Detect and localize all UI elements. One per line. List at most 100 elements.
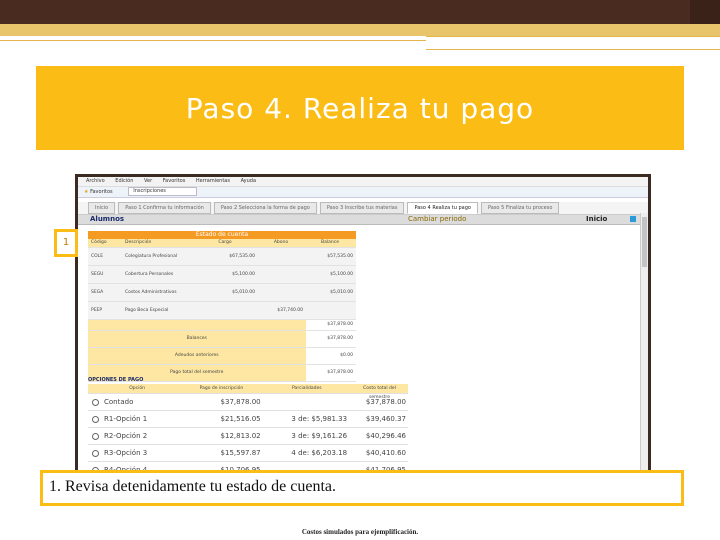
cell-cargo xyxy=(195,302,259,319)
step-marker: 1 xyxy=(54,229,78,257)
total-label: Adeudos anteriores xyxy=(88,348,306,364)
table-row: SEGA Costos Administrativos $5,010.00 $5… xyxy=(88,284,356,302)
menu-ayuda[interactable]: Ayuda xyxy=(241,178,256,184)
estado-cuenta-title: Estado de cuenta xyxy=(88,231,356,239)
col-descripcion: Descripción xyxy=(125,240,152,245)
step-1[interactable]: Paso 1 Confirma tu información xyxy=(118,202,211,214)
cell-descripcion: Cobertura Personales xyxy=(125,272,174,277)
payment-option-row[interactable]: Contado $37,878.00 $37,878.00 xyxy=(88,394,408,411)
scroll-thumb[interactable] xyxy=(642,217,647,267)
cell-costo: $37,878.00 xyxy=(365,398,406,406)
cell-costo: $40,296.46 xyxy=(365,432,406,440)
cell-abono xyxy=(259,248,307,265)
option-cell: R1-Opción 1 xyxy=(88,411,182,427)
menu-herramientas[interactable]: Herramientas xyxy=(196,178,230,184)
step-marker-number: 1 xyxy=(57,232,75,254)
accent-line-right xyxy=(426,36,720,50)
cell-pago: $12,813.02 xyxy=(220,432,261,440)
table-row: PEEP Pago Beca Especial $37,740.00 xyxy=(88,302,356,320)
total-label: Balances xyxy=(88,331,306,347)
menu-ver[interactable]: Ver xyxy=(144,178,152,184)
step-4[interactable]: Paso 4 Realiza tu pago xyxy=(407,202,478,214)
total-row: Balances $37,878.00 xyxy=(88,331,356,348)
browser-menubar: Archivo Edición Ver Favoritos Herramient… xyxy=(78,177,648,187)
payment-option-row[interactable]: R3-Opción 3 $15,597.87 4 de: $6,203.18 $… xyxy=(88,445,408,462)
inicio-link[interactable]: Inicio xyxy=(586,215,607,224)
radio-button[interactable] xyxy=(92,449,99,457)
top-band-accent xyxy=(690,0,720,24)
step-5[interactable]: Paso 5 Finaliza tu proceso xyxy=(480,202,560,214)
col-abono: Abono xyxy=(273,240,289,245)
cell-costo: $39,460.37 xyxy=(365,415,406,423)
col-pago-inscripcion: Pago de inscripción xyxy=(199,386,244,391)
opciones-pago-table: Opción Pago de inscripción Parcialidades… xyxy=(88,384,408,473)
accent-strip xyxy=(0,24,720,36)
col-parcialidades: Parcialidades xyxy=(292,386,322,391)
cell-codigo: SEGA xyxy=(91,290,104,295)
browser-screenshot: Archivo Edición Ver Favoritos Herramient… xyxy=(75,174,651,473)
caption-box: 1. Revisa detenidamente tu estado de cue… xyxy=(40,470,684,506)
option-cell: Contado xyxy=(88,394,182,410)
total-row: Adeudos anteriores $0.00 xyxy=(88,348,356,365)
estado-cuenta-table: Código Descripción Cargo Abono Balance C… xyxy=(88,239,356,382)
steps-nav: Inicio Paso 1 Confirma tu información Pa… xyxy=(78,202,648,215)
opciones-pago-title: OPCIONES DE PAGO xyxy=(88,377,144,383)
total-value: $37,878.00 xyxy=(327,370,353,375)
cell-cargo: $5,100.00 xyxy=(232,272,255,277)
cell-abono xyxy=(259,266,307,283)
home-icon[interactable] xyxy=(630,216,636,222)
cambiar-periodo-link[interactable]: Cambiar periodo xyxy=(408,215,466,224)
cell-pago: $21,516.05 xyxy=(220,415,261,423)
payment-option-row[interactable]: R1-Opción 1 $21,516.05 3 de: $5,981.33 $… xyxy=(88,411,408,428)
slide-title: Paso 4. Realiza tu pago xyxy=(185,91,535,125)
cell-descripcion: Costos Administrativos xyxy=(125,290,177,295)
cell-descripcion: Colegiatura Profesional xyxy=(125,254,178,259)
option-label: R2-Opción 2 xyxy=(104,432,148,440)
col-opcion: Opción xyxy=(129,386,145,391)
col-cargo: Cargo xyxy=(218,240,232,245)
cell-cargo: $5,010.00 xyxy=(232,290,255,295)
cell-abono xyxy=(259,284,307,301)
col-codigo: Código xyxy=(91,240,107,245)
table-header: Código Descripción Cargo Abono Balance xyxy=(88,239,356,248)
cell-costo: $40,410.60 xyxy=(365,449,406,457)
payment-option-row[interactable]: R2-Opción 2 $12,813.02 3 de: $9,161.26 $… xyxy=(88,428,408,445)
step-3[interactable]: Paso 3 Inscribe tus materias xyxy=(319,202,405,214)
cell-balance: $57,535.00 xyxy=(327,254,353,259)
table-header: Opción Pago de inscripción Parcialidades… xyxy=(88,384,408,400)
cell-balance xyxy=(307,302,356,319)
cell-codigo: PEEP xyxy=(91,308,103,313)
cell-parcialidades: 4 de: $6,203.18 xyxy=(291,449,348,457)
favorites-button[interactable]: Favoritos xyxy=(90,189,113,195)
scrollbar[interactable] xyxy=(640,213,648,473)
table-row: $37,878.00 xyxy=(88,320,356,331)
col-balance: Balance xyxy=(321,240,339,245)
option-label: Contado xyxy=(104,398,134,406)
menu-archivo[interactable]: Archivo xyxy=(86,178,105,184)
browser-tab-label: Inscripciones xyxy=(133,188,166,194)
footnote: Costos simulados para ejemplificación. xyxy=(301,528,419,536)
radio-button[interactable] xyxy=(92,432,99,440)
total-value: $37,878.00 xyxy=(327,336,353,341)
cell-parcialidades xyxy=(267,394,353,410)
cell-descripcion: Pago Beca Especial xyxy=(125,308,169,313)
menu-edicion[interactable]: Edición xyxy=(115,178,133,184)
option-label: R3-Opción 3 xyxy=(104,449,148,457)
browser-tab[interactable]: Inscripciones xyxy=(128,187,197,196)
cell-balance: $5,100.00 xyxy=(330,272,353,277)
cell-pago: $15,597.87 xyxy=(220,449,261,457)
star-icon: ★ xyxy=(84,189,89,195)
cell-balance: $5,010.00 xyxy=(330,290,353,295)
alumnos-label: Alumnos xyxy=(90,215,125,223)
cell-parcialidades: 3 de: $5,981.33 xyxy=(291,415,348,423)
caption-text: 1. Revisa detenidamente tu estado de cue… xyxy=(49,478,337,495)
menu-favoritos[interactable]: Favoritos xyxy=(163,178,186,184)
step-2[interactable]: Paso 2 Selecciona la forma de pago xyxy=(213,202,317,214)
cell-cargo: $67,535.00 xyxy=(229,254,255,259)
accent-line-left xyxy=(0,36,426,41)
radio-button[interactable] xyxy=(92,415,99,423)
radio-button[interactable] xyxy=(92,398,99,406)
step-inicio[interactable]: Inicio xyxy=(88,202,116,214)
option-cell: R2-Opción 2 xyxy=(88,428,182,444)
cell-codigo: COLE xyxy=(91,254,104,259)
